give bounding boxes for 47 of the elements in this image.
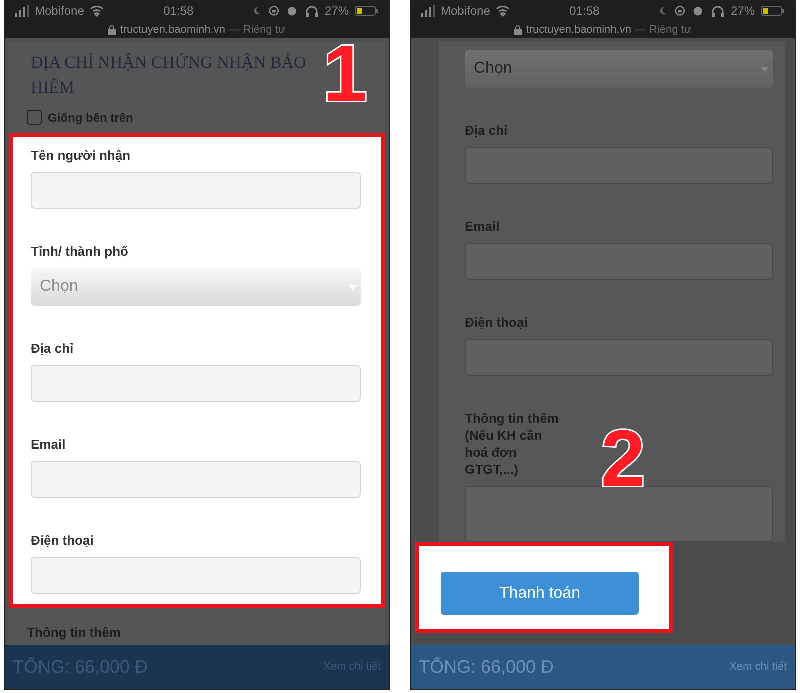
signal-icon	[421, 5, 435, 17]
privacy-note: — Riêng tư	[635, 24, 692, 36]
field-label: Địa chỉ	[465, 122, 508, 139]
lock-icon	[514, 24, 522, 34]
step-number: 1	[323, 41, 368, 107]
textarea-field[interactable]	[465, 486, 773, 542]
field-label: Tỉnh/ thành phố	[31, 243, 128, 260]
total-amount: TỔNG: 66,000 Đ	[419, 656, 554, 678]
headphones-icon	[710, 5, 725, 17]
select-dropdown[interactable]: Chọn	[31, 268, 361, 306]
section-heading: ĐỊA CHỈ NHẬN CHỨNG NHẬN BẢO HIỂM	[31, 52, 308, 99]
field-label: Thông tin thêm	[27, 624, 121, 641]
field-label: Email	[465, 218, 500, 235]
battery-icon	[761, 5, 785, 17]
alarm-icon	[286, 5, 299, 17]
clock-time: 01:58	[164, 4, 194, 18]
pay-button[interactable]: Thanh toán	[441, 572, 639, 615]
details-link[interactable]: Xem chi tiết	[730, 661, 787, 673]
select-dropdown[interactable]: Chọn	[465, 50, 773, 88]
signal-icon	[15, 5, 29, 17]
field-label: Điện thoại	[31, 532, 94, 549]
lock-rotation-icon	[674, 5, 687, 17]
checkbox[interactable]	[27, 110, 42, 125]
headphones-icon	[304, 5, 319, 17]
alarm-icon	[692, 5, 705, 17]
clock-time: 01:58	[570, 4, 600, 18]
caret-icon	[761, 66, 769, 72]
field-label: Email	[31, 436, 66, 453]
battery-percent: 27%	[730, 4, 755, 18]
lock-rotation-icon	[268, 5, 281, 17]
step-number: 2	[601, 426, 646, 492]
lock-icon	[108, 24, 116, 34]
field-label: Điện thoại	[465, 314, 528, 331]
field-label: Tên người nhận	[31, 147, 131, 164]
url-text: tructuyen.baominh.vn	[526, 24, 632, 36]
carrier-name: Mobifone	[35, 4, 84, 18]
privacy-note: — Riêng tư	[229, 24, 286, 36]
battery-icon	[355, 5, 379, 17]
wifi-icon	[496, 5, 510, 17]
field-label: Địa chỉ	[31, 340, 74, 357]
url-text: tructuyen.baominh.vn	[120, 24, 226, 36]
field-label: Thông tin thêm (Nếu KH cần hoá đơn GTGT,...)	[465, 410, 560, 478]
wifi-icon	[90, 5, 104, 17]
battery-percent: 27%	[324, 4, 349, 18]
checkbox-label: Giống bên trên	[48, 110, 134, 124]
caret-icon	[349, 284, 357, 290]
carrier-name: Mobifone	[441, 4, 490, 18]
